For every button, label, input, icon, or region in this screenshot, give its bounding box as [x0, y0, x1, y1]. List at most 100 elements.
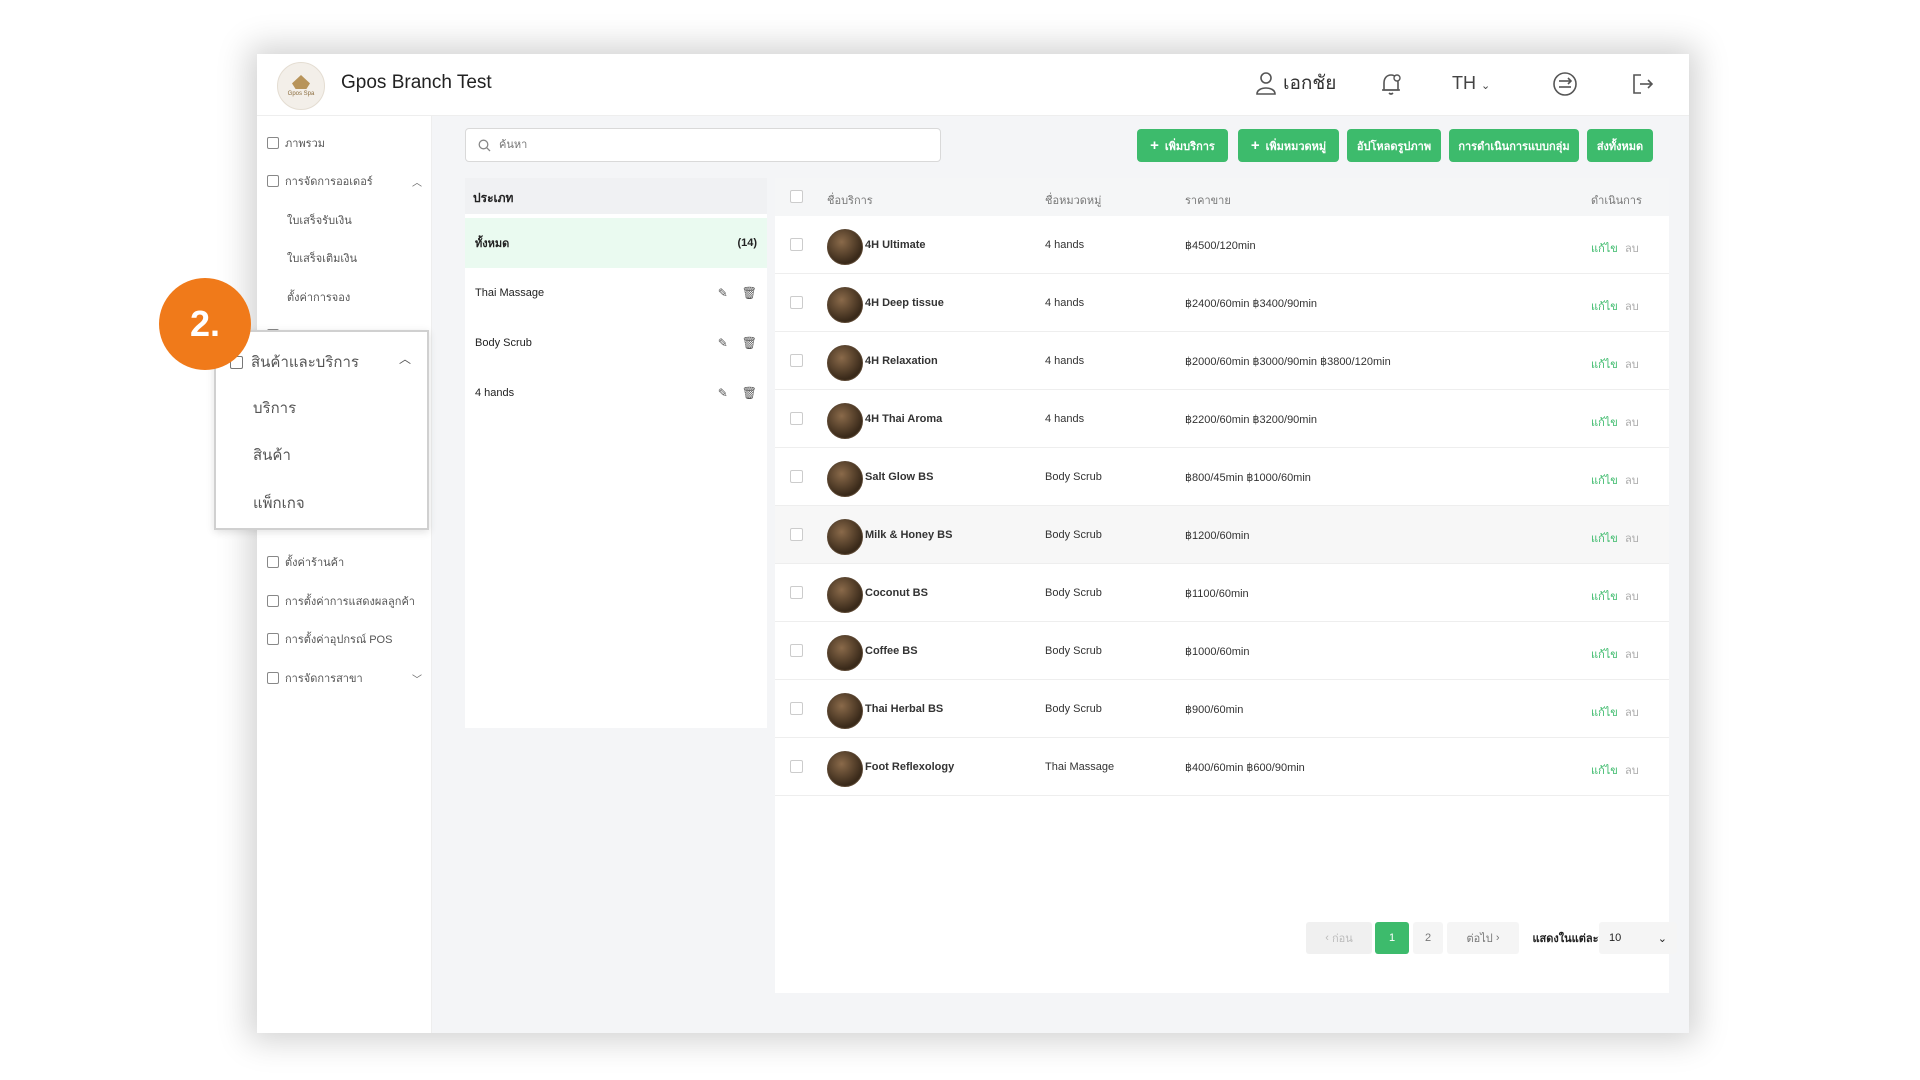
edit-link[interactable]: แก้ไข — [1591, 703, 1618, 721]
trash-icon[interactable]: 🗑 — [742, 386, 757, 400]
chevron-right-icon: › — [1492, 932, 1500, 944]
logout-icon[interactable] — [1629, 70, 1657, 98]
row-checkbox[interactable] — [790, 586, 803, 599]
table-row[interactable]: 4H Thai Aroma 4 hands ฿2200/60min ฿3200/90… — [775, 390, 1669, 448]
sidebar-item-topup-receipts[interactable]: ใบเสร็จเติมเงิน — [287, 249, 357, 267]
row-checkbox[interactable] — [790, 412, 803, 425]
service-price: ฿1100/60min — [1185, 588, 1249, 600]
switch-branch-icon[interactable] — [1551, 70, 1579, 98]
add-category-button[interactable]: + เพิ่มหมวดหมู่ — [1238, 129, 1339, 162]
edit-link[interactable]: แก้ไข — [1591, 587, 1618, 605]
select-all-checkbox[interactable] — [790, 190, 803, 203]
edit-icon[interactable]: ✎ — [718, 386, 728, 400]
table-row[interactable]: Milk & Honey BS Body Scrub ฿1200/60min แก้ไ… — [775, 506, 1669, 564]
row-checkbox[interactable] — [790, 760, 803, 773]
language-selector[interactable]: TH ⌄ — [1452, 73, 1490, 94]
delete-link[interactable]: ลบ — [1625, 529, 1639, 547]
user-menu[interactable]: เอกชัย — [1255, 68, 1336, 98]
delete-link[interactable]: ลบ — [1625, 355, 1639, 373]
per-page-select[interactable]: 10 ⌄ — [1599, 922, 1677, 954]
delete-link[interactable]: ลบ — [1625, 587, 1639, 605]
page-button-2[interactable]: 2 — [1413, 922, 1443, 954]
menu-item-products[interactable]: สินค้า — [253, 443, 291, 467]
sidebar-item-pos-devices[interactable]: การตั้งค่าอุปกรณ์ POS — [267, 630, 392, 648]
bell-icon[interactable] — [1377, 70, 1405, 98]
edit-link[interactable]: แก้ไข — [1591, 471, 1618, 489]
edit-link[interactable]: แก้ไข — [1591, 297, 1618, 315]
table-row[interactable]: 4H Relaxation 4 hands ฿2000/60min ฿3000/90… — [775, 332, 1669, 390]
edit-link[interactable]: แก้ไข — [1591, 413, 1618, 431]
sidebar-item-overview[interactable]: ภาพรวม — [267, 134, 325, 152]
table-row[interactable]: 4H Deep tissue 4 hands ฿2400/60min ฿3400/9… — [775, 274, 1669, 332]
sidebar-item-store-settings[interactable]: ตั้งค่าร้านค้า — [267, 553, 344, 571]
bulk-action-button[interactable]: การดำเนินการแบบกลุ่ม — [1449, 129, 1579, 162]
lotus-icon — [292, 75, 310, 89]
trash-icon[interactable]: 🗑 — [742, 336, 757, 350]
delete-link[interactable]: ลบ — [1625, 471, 1639, 489]
sidebar: ภาพรวม การจัดการออเดอร์ ︿ ใบเสร็จรับเงิน… — [257, 116, 432, 1033]
menu-item-packages[interactable]: แพ็กเกจ — [253, 491, 305, 515]
row-checkbox[interactable] — [790, 238, 803, 251]
edit-link[interactable]: แก้ไข — [1591, 645, 1618, 663]
delete-link[interactable]: ลบ — [1625, 761, 1639, 779]
menu-item-services[interactable]: บริการ — [253, 396, 296, 420]
category-item[interactable]: Thai Massage ✎ 🗑 — [465, 268, 767, 318]
page-button-1[interactable]: 1 — [1375, 922, 1409, 954]
row-checkbox[interactable] — [790, 354, 803, 367]
edit-link[interactable]: แก้ไข — [1591, 355, 1618, 373]
category-item[interactable]: Body Scrub ✎ 🗑 — [465, 318, 767, 368]
sidebar-item-receipts[interactable]: ใบเสร็จรับเงิน — [287, 211, 352, 229]
bulk-action-label: การดำเนินการแบบกลุ่ม — [1458, 140, 1570, 153]
sidebar-item-customer-display[interactable]: การตั้งค่าการแสดงผลลูกค้า — [267, 592, 415, 610]
dashboard-icon — [267, 137, 279, 149]
edit-icon[interactable]: ✎ — [718, 336, 728, 350]
row-checkbox[interactable] — [790, 702, 803, 715]
delete-link[interactable]: ลบ — [1625, 413, 1639, 431]
search-input[interactable] — [499, 139, 899, 151]
export-all-label: ส่งทั้งหมด — [1596, 140, 1644, 153]
delete-link[interactable]: ลบ — [1625, 703, 1639, 721]
export-all-button[interactable]: ส่งทั้งหมด — [1587, 129, 1653, 162]
sidebar-item-booking-settings[interactable]: ตั้งค่าการจอง — [287, 288, 350, 306]
delete-link[interactable]: ลบ — [1625, 239, 1639, 257]
service-name: Coconut BS — [865, 587, 928, 599]
delete-link[interactable]: ลบ — [1625, 297, 1639, 315]
service-category: Thai Massage — [1045, 761, 1115, 773]
edit-link[interactable]: แก้ไข — [1591, 239, 1618, 257]
add-service-button[interactable]: + เพิ่มบริการ — [1137, 129, 1228, 162]
prev-page-button[interactable]: ‹ ก่อน — [1306, 922, 1372, 954]
sidebar-item-branches[interactable]: การจัดการสาขา ﹀ — [267, 669, 422, 687]
edit-icon[interactable]: ✎ — [718, 286, 728, 300]
next-page-button[interactable]: ต่อไป › — [1447, 922, 1519, 954]
delete-link[interactable]: ลบ — [1625, 645, 1639, 663]
service-name: 4H Thai Aroma — [865, 413, 943, 425]
sidebar-item-orders[interactable]: การจัดการออเดอร์ ︿ — [267, 172, 422, 190]
table-row[interactable]: Salt Glow BS Body Scrub ฿800/45min ฿1000/6… — [775, 448, 1669, 506]
edit-link[interactable]: แก้ไข — [1591, 761, 1618, 779]
category-item-all[interactable]: ทั้งหมด (14) — [465, 218, 767, 268]
trash-icon[interactable]: 🗑 — [742, 286, 757, 300]
table-row[interactable]: Foot Reflexology Thai Massage ฿400/60min ฿… — [775, 738, 1669, 796]
upload-image-button[interactable]: อัปโหลดรูปภาพ — [1347, 129, 1441, 162]
table-row[interactable]: 4H Ultimate 4 hands ฿4500/120min แก้ไข ลบ — [775, 216, 1669, 274]
table-row[interactable]: Thai Herbal BS Body Scrub ฿900/60min แก้ไข ล… — [775, 680, 1669, 738]
document-icon — [267, 175, 279, 187]
search-box[interactable] — [465, 128, 941, 162]
menu-header-products-services[interactable]: สินค้าและบริการ — [230, 350, 359, 374]
category-item[interactable]: 4 hands ✎ 🗑 — [465, 368, 767, 418]
service-category: 4 hands — [1045, 355, 1085, 367]
service-thumbnail — [827, 693, 863, 729]
edit-link[interactable]: แก้ไข — [1591, 529, 1618, 547]
service-category: 4 hands — [1045, 239, 1085, 251]
row-checkbox[interactable] — [790, 470, 803, 483]
brand-logo[interactable]: Gpos Spa — [277, 62, 325, 110]
table-row[interactable]: Coconut BS Body Scrub ฿1100/60min แก้ไข ลบ — [775, 564, 1669, 622]
table-row[interactable]: Coffee BS Body Scrub ฿1000/60min แก้ไข ลบ — [775, 622, 1669, 680]
row-checkbox[interactable] — [790, 644, 803, 657]
row-checkbox[interactable] — [790, 296, 803, 309]
category-count: (14) — [737, 237, 757, 249]
per-page-value: 10 — [1609, 932, 1622, 944]
row-checkbox[interactable] — [790, 528, 803, 541]
service-thumbnail — [827, 287, 863, 323]
add-service-label: เพิ่มบริการ — [1164, 140, 1215, 153]
